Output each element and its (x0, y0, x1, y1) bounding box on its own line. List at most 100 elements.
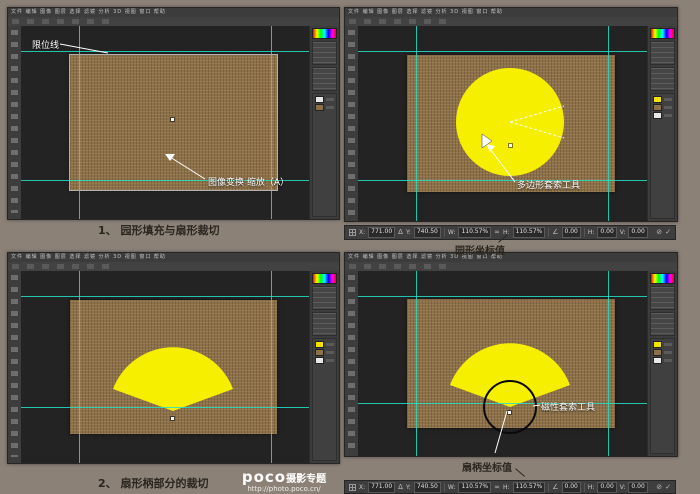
layer-thumbnail (653, 112, 662, 119)
h-input[interactable]: 110.57% (513, 227, 546, 238)
cancel-icon[interactable]: ⊘ (656, 484, 662, 491)
layer-row[interactable] (653, 349, 672, 355)
link-icon[interactable]: ∞ (494, 484, 500, 491)
center-point-marker (171, 417, 174, 420)
y-input[interactable]: 740.50 (414, 227, 441, 238)
adjustments-panel[interactable] (312, 41, 337, 65)
history-panel[interactable] (650, 312, 675, 336)
layer-thumbnail (315, 349, 324, 356)
guide-horizontal[interactable] (21, 407, 309, 408)
color-spectrum-panel[interactable] (312, 273, 337, 284)
canvas-area[interactable] (21, 271, 309, 463)
commit-icon[interactable]: ✓ (665, 484, 671, 491)
label-handle-coords: 扇柄坐标值 (462, 459, 512, 474)
guide-vertical[interactable] (271, 26, 272, 219)
guide-horizontal[interactable] (358, 296, 647, 297)
delta-icon[interactable]: Δ (398, 484, 403, 491)
h-skew-input[interactable]: 0.00 (597, 227, 616, 238)
layer-label (664, 351, 672, 354)
angle-icon: ∠ (552, 484, 558, 491)
layers-panel[interactable] (312, 93, 337, 217)
guide-vertical[interactable] (608, 26, 609, 221)
color-spectrum-panel[interactable] (650, 273, 675, 284)
document-canvas[interactable] (70, 55, 277, 190)
adjustments-panel[interactable] (650, 41, 675, 65)
guide-vertical[interactable] (608, 271, 609, 456)
adjustments-panel[interactable] (650, 286, 675, 310)
tools-panel[interactable] (345, 271, 359, 456)
layer-thumbnail (653, 357, 662, 364)
angle-input[interactable]: 0.00 (562, 482, 581, 493)
v-skew-input[interactable]: 0.00 (628, 227, 647, 238)
layer-thumbnail (315, 96, 324, 103)
layers-panel[interactable] (650, 338, 675, 454)
guide-vertical[interactable] (416, 271, 417, 456)
h-input[interactable]: 110.57% (513, 482, 546, 493)
history-panel[interactable] (312, 312, 337, 336)
cancel-icon[interactable]: ⊘ (656, 229, 662, 236)
angle-input[interactable]: 0.00 (562, 227, 581, 238)
photoshop-window-top-left: 文件 编辑 图像 图层 选择 滤镜 分析 3D 视图 窗口 帮助 限位线 图像变… (7, 7, 340, 220)
guide-vertical[interactable] (271, 271, 272, 463)
layer-row[interactable] (653, 96, 672, 102)
history-panel[interactable] (312, 67, 337, 91)
tools-panel[interactable] (345, 26, 359, 221)
transform-options-bar-bottom: X: 771.00 Δ Y: 740.50 W: 110.57% ∞ H: 11… (344, 480, 676, 494)
guide-vertical[interactable] (79, 271, 80, 463)
v-skew-input[interactable]: 0.00 (628, 482, 647, 493)
panels-column[interactable] (309, 26, 339, 219)
tools-panel[interactable] (8, 26, 22, 219)
layer-row[interactable] (653, 112, 672, 118)
guide-vertical[interactable] (416, 26, 417, 221)
layer-row[interactable] (653, 341, 672, 347)
y-input[interactable]: 740.50 (414, 482, 441, 493)
layer-label (326, 343, 334, 346)
reference-point-icon[interactable] (349, 229, 356, 236)
link-icon[interactable]: ∞ (494, 229, 500, 236)
yellow-circle-shape (455, 67, 565, 177)
layer-row[interactable] (315, 349, 334, 355)
canvas-area[interactable] (21, 26, 309, 219)
canvas-area[interactable] (358, 26, 647, 221)
panels-column[interactable] (309, 271, 339, 463)
history-panel[interactable] (650, 67, 675, 91)
guide-horizontal[interactable] (358, 180, 647, 181)
layer-row[interactable] (653, 357, 672, 363)
delta-icon[interactable]: Δ (398, 229, 403, 236)
adjustments-panel[interactable] (312, 286, 337, 310)
layer-row[interactable] (315, 341, 334, 347)
x-input[interactable]: 771.00 (368, 482, 395, 493)
w-input[interactable]: 110.57% (458, 227, 491, 238)
color-spectrum-panel[interactable] (312, 28, 337, 39)
reference-point-icon[interactable] (349, 484, 356, 491)
h-skew-label: H: (588, 229, 595, 236)
logo-url: http://photo.poco.cn/ (228, 486, 340, 494)
guide-vertical[interactable] (79, 26, 80, 219)
panels-column[interactable] (647, 26, 677, 221)
layers-panel[interactable] (650, 93, 675, 219)
tools-panel[interactable] (8, 271, 22, 463)
panels-column[interactable] (647, 271, 677, 456)
h-skew-input[interactable]: 0.00 (597, 482, 616, 493)
w-input[interactable]: 110.57% (458, 482, 491, 493)
guide-horizontal[interactable] (21, 51, 309, 52)
caption-step2: 2、 扇形柄部分的裁切 (98, 475, 208, 491)
layer-row[interactable] (315, 96, 334, 102)
layer-row[interactable] (315, 357, 334, 363)
guide-horizontal[interactable] (21, 296, 309, 297)
canvas-area[interactable] (358, 271, 647, 456)
caption-step1: 1、 园形填充与扇形裁切 (98, 222, 219, 238)
layers-panel[interactable] (312, 338, 337, 461)
layer-thumbnail (315, 357, 324, 364)
guide-horizontal[interactable] (358, 51, 647, 52)
separator (584, 483, 585, 492)
layer-row[interactable] (653, 104, 672, 110)
x-input[interactable]: 771.00 (368, 227, 395, 238)
photoshop-window-bottom-right: 文件 编辑 图像 图层 选择 滤镜 分析 3D 视图 窗口 帮助 (344, 252, 678, 457)
photoshop-window-bottom-left: 文件 编辑 图像 图层 选择 滤镜 分析 3D 视图 窗口 帮助 (7, 252, 340, 464)
commit-icon[interactable]: ✓ (665, 229, 671, 236)
color-spectrum-panel[interactable] (650, 28, 675, 39)
layer-row[interactable] (315, 104, 334, 110)
annotation-magnetic-lasso: 磁性套索工具 (541, 400, 595, 413)
center-point-marker (171, 118, 174, 121)
